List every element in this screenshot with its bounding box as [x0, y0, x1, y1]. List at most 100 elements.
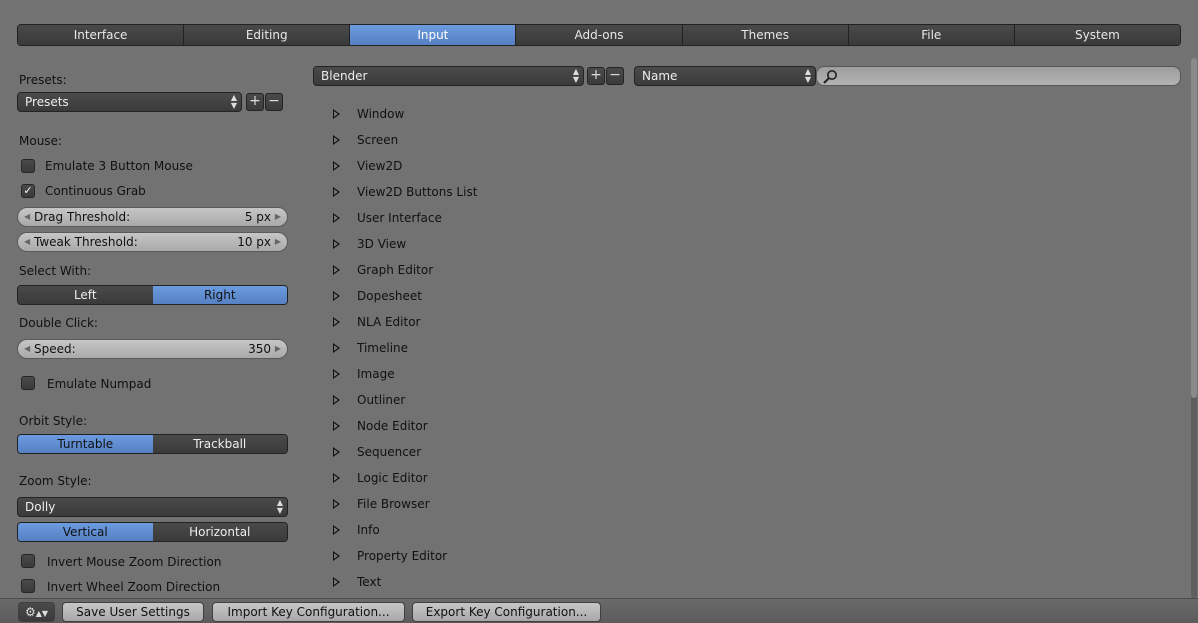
- expand-arrow-icon[interactable]: [333, 525, 340, 535]
- orbit-style-toggle: Turntable Trackball: [17, 434, 288, 454]
- zoom-style-dropdown[interactable]: Dolly ▲ ▼: [17, 497, 288, 517]
- tab-addons[interactable]: Add-ons: [516, 25, 683, 45]
- keymap-tree-item[interactable]: File Browser: [357, 497, 430, 511]
- tab-editing[interactable]: Editing: [184, 25, 351, 45]
- keymap-tree-item[interactable]: Node Editor: [357, 419, 428, 433]
- zoom-horizontal-button[interactable]: Horizontal: [152, 523, 287, 541]
- preferences-tabs: Interface Editing Input Add-ons Themes F…: [17, 24, 1181, 46]
- presets-dropdown[interactable]: Presets ▲ ▼: [17, 92, 242, 112]
- increment-arrow-icon: ▶: [274, 212, 281, 221]
- expand-arrow-icon[interactable]: [333, 187, 340, 197]
- keymap-tree-item[interactable]: Text: [357, 575, 381, 589]
- drag-threshold-field[interactable]: ◀ Drag Threshold: 5 px ▶: [17, 207, 288, 227]
- tab-interface[interactable]: Interface: [18, 25, 185, 45]
- tweak-threshold-field[interactable]: ◀ Tweak Threshold: 10 px ▶: [17, 232, 288, 252]
- tweak-threshold-value: 10 px: [237, 235, 271, 249]
- increment-arrow-icon: ▶: [274, 237, 281, 246]
- expand-arrow-icon[interactable]: [333, 135, 340, 145]
- select-left-button[interactable]: Left: [18, 286, 153, 304]
- zoom-vertical-button[interactable]: Vertical: [18, 523, 153, 541]
- orbit-trackball-button[interactable]: Trackball: [152, 435, 287, 453]
- filter-type-dropdown[interactable]: Name ▲ ▼: [634, 66, 816, 86]
- orbit-turntable-button[interactable]: Turntable: [18, 435, 153, 453]
- keymap-tree-item[interactable]: Graph Editor: [357, 263, 433, 277]
- expand-arrow-icon[interactable]: [333, 551, 340, 561]
- remove-preset-button[interactable]: −: [265, 93, 283, 111]
- double-click-speed-field[interactable]: ◀ Speed: 350 ▶: [17, 339, 288, 359]
- keymap-tree-item[interactable]: Screen: [357, 133, 398, 147]
- zoom-axis-toggle: Vertical Horizontal: [17, 522, 288, 542]
- select-right-button[interactable]: Right: [152, 286, 287, 304]
- tweak-threshold-label: Tweak Threshold:: [34, 235, 138, 249]
- filter-type-value: Name: [642, 69, 678, 83]
- drag-threshold-label: Drag Threshold:: [34, 210, 131, 224]
- keymap-tree-item[interactable]: View2D Buttons List: [357, 185, 477, 199]
- keymap-preset-dropdown[interactable]: Blender ▲ ▼: [313, 66, 584, 86]
- keymap-tree-item[interactable]: Timeline: [357, 341, 408, 355]
- expand-arrow-icon[interactable]: [333, 447, 340, 457]
- keymap-tree-item[interactable]: User Interface: [357, 211, 442, 225]
- invert-mouse-zoom-label: Invert Mouse Zoom Direction: [47, 555, 222, 569]
- expand-arrow-icon[interactable]: [333, 343, 340, 353]
- expand-arrow-icon[interactable]: [333, 577, 340, 587]
- tab-input[interactable]: Input: [350, 25, 517, 45]
- speed-label: Speed:: [34, 342, 76, 356]
- invert-mouse-zoom-checkbox[interactable]: [21, 554, 35, 568]
- drag-threshold-value: 5 px: [244, 210, 271, 224]
- keymap-tree-item[interactable]: Property Editor: [357, 549, 447, 563]
- orbit-style-label: Orbit Style:: [19, 414, 88, 428]
- checkmark-icon: ✓: [23, 184, 33, 197]
- keymap-tree-item[interactable]: Window: [357, 107, 404, 121]
- zoom-style-value: Dolly: [25, 500, 56, 514]
- keymap-tree-item[interactable]: Outliner: [357, 393, 405, 407]
- tab-system[interactable]: System: [1014, 25, 1180, 45]
- keymap-tree-item[interactable]: View2D: [357, 159, 402, 173]
- keymap-search-field[interactable]: [816, 66, 1181, 86]
- zoom-style-label: Zoom Style:: [19, 474, 92, 488]
- keymap-tree-item[interactable]: NLA Editor: [357, 315, 420, 329]
- expand-arrow-icon[interactable]: [333, 499, 340, 509]
- keymap-tree-item[interactable]: Logic Editor: [357, 471, 428, 485]
- editor-type-button[interactable]: ⚙▲▼: [18, 602, 55, 622]
- continuous-grab-checkbox[interactable]: ✓: [21, 184, 35, 198]
- expand-arrow-icon[interactable]: [333, 213, 340, 223]
- import-key-configuration-button[interactable]: Import Key Configuration...: [212, 602, 405, 622]
- tab-themes[interactable]: Themes: [682, 25, 849, 45]
- decrement-arrow-icon: ◀: [24, 344, 31, 353]
- expand-arrow-icon[interactable]: [333, 421, 340, 431]
- speed-value: 350: [248, 342, 271, 356]
- updown-arrows-icon: ▲▼: [276, 498, 283, 515]
- expand-arrow-icon[interactable]: [333, 395, 340, 405]
- export-key-configuration-button[interactable]: Export Key Configuration...: [412, 602, 601, 622]
- expand-arrow-icon[interactable]: [333, 317, 340, 327]
- keymap-tree-item[interactable]: Sequencer: [357, 445, 421, 459]
- remove-keymap-preset-button[interactable]: −: [606, 67, 624, 85]
- decrement-arrow-icon: ◀: [24, 237, 31, 246]
- invert-wheel-zoom-checkbox[interactable]: [21, 579, 35, 593]
- keymap-tree-item[interactable]: 3D View: [357, 237, 406, 251]
- invert-wheel-zoom-label: Invert Wheel Zoom Direction: [47, 580, 221, 594]
- expand-arrow-icon[interactable]: [333, 109, 340, 119]
- keymap-tree-item[interactable]: Dopesheet: [357, 289, 422, 303]
- expand-arrow-icon[interactable]: [333, 239, 340, 249]
- expand-arrow-icon[interactable]: [333, 369, 340, 379]
- keymap-tree-item[interactable]: Image: [357, 367, 395, 381]
- bottom-bar: ⚙▲▼ Save User Settings Import Key Config…: [0, 598, 1198, 623]
- decrement-arrow-icon: ◀: [24, 212, 31, 221]
- expand-arrow-icon[interactable]: [333, 161, 340, 171]
- keymap-tree-item[interactable]: Info: [357, 523, 380, 537]
- expand-arrow-icon[interactable]: [333, 265, 340, 275]
- add-preset-button[interactable]: +: [246, 93, 264, 111]
- add-keymap-preset-button[interactable]: +: [587, 67, 605, 85]
- double-click-label: Double Click:: [19, 316, 98, 330]
- tab-file[interactable]: File: [848, 25, 1015, 45]
- expand-arrow-icon[interactable]: [333, 291, 340, 301]
- emulate-3-button-checkbox[interactable]: [21, 159, 35, 173]
- emulate-numpad-checkbox[interactable]: [21, 376, 35, 390]
- save-user-settings-button[interactable]: Save User Settings: [62, 602, 204, 622]
- updown-arrows-icon: ▲▼: [572, 67, 579, 84]
- expand-arrow-icon[interactable]: [333, 473, 340, 483]
- emulate-3-button-label: Emulate 3 Button Mouse: [45, 159, 193, 173]
- search-icon: [823, 70, 837, 84]
- scrollbar-thumb[interactable]: [1191, 58, 1197, 398]
